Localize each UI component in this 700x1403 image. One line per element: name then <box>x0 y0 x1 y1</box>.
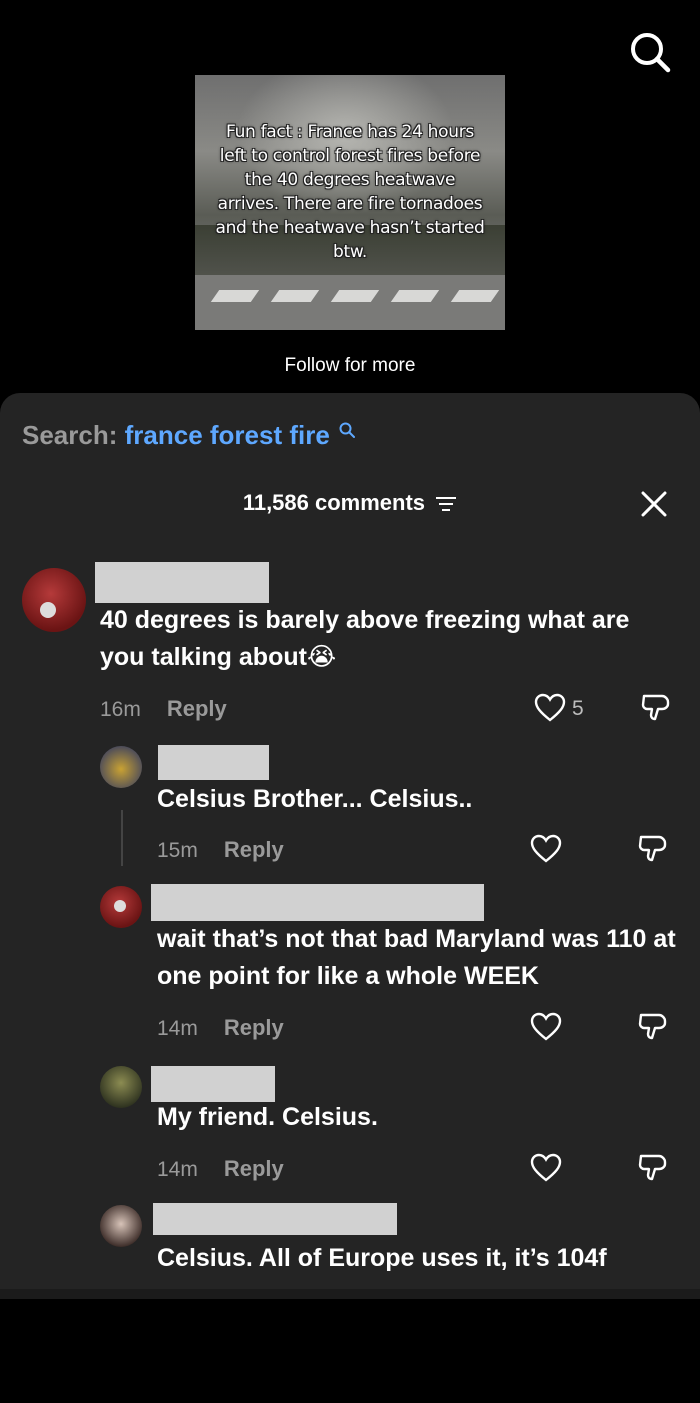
comment-text: Celsius. All of Europe uses it, it’s 104… <box>157 1244 607 1272</box>
comment-time: 15m <box>157 839 198 862</box>
comments-panel <box>0 393 700 1289</box>
avatar[interactable] <box>100 1205 142 1247</box>
reply-button[interactable]: Reply <box>224 1015 284 1040</box>
filter-icon[interactable] <box>435 495 457 513</box>
crosswalk-stripe <box>210 290 260 302</box>
crosswalk-stripe <box>270 290 320 302</box>
crosswalk-stripe <box>450 290 500 302</box>
comment-time: 16m <box>100 698 141 721</box>
redacted-username <box>153 1203 397 1235</box>
heart-icon[interactable] <box>530 1012 562 1042</box>
close-icon[interactable] <box>640 490 668 518</box>
heart-icon[interactable] <box>530 1153 562 1183</box>
comment-time: 14m <box>157 1158 198 1181</box>
comment-text: 40 degrees is barely above freezing what… <box>100 606 630 671</box>
heart-icon[interactable] <box>534 693 566 723</box>
comment-text: My friend. Celsius. <box>157 1103 378 1131</box>
heart-icon[interactable] <box>530 834 562 864</box>
crosswalk-stripe <box>330 290 380 302</box>
comment-meta: 14m Reply <box>157 1015 284 1041</box>
comment-meta: 15m Reply <box>157 837 284 863</box>
video-thumbnail[interactable]: Fun fact : France has 24 hours left to c… <box>195 75 505 330</box>
avatar[interactable] <box>22 568 86 632</box>
comment-meta: 16m Reply <box>100 696 227 722</box>
search-term-link[interactable]: france forest fire <box>125 420 330 450</box>
avatar[interactable] <box>100 886 142 928</box>
search-icon[interactable] <box>628 30 672 74</box>
redacted-username <box>158 745 269 780</box>
comment-text: Celsius Brother... Celsius.. <box>157 785 473 813</box>
reply-button[interactable]: Reply <box>224 1156 284 1181</box>
comment-time: 14m <box>157 1017 198 1040</box>
comment-meta: 14m Reply <box>157 1156 284 1182</box>
redacted-username <box>151 884 484 921</box>
like-count: 5 <box>572 697 584 720</box>
divider <box>0 1289 700 1299</box>
follow-text: Follow for more <box>284 355 416 376</box>
video-caption: Fun fact : France has 24 hours left to c… <box>215 122 485 262</box>
thread-line <box>121 810 123 866</box>
search-label: Search: <box>22 420 118 450</box>
dislike-icon[interactable] <box>637 1152 669 1184</box>
avatar[interactable] <box>100 1066 142 1108</box>
reply-button[interactable]: Reply <box>224 837 284 862</box>
dislike-icon[interactable] <box>637 833 669 865</box>
dislike-icon[interactable] <box>640 692 672 724</box>
crosswalk-stripe <box>390 290 440 302</box>
comments-count: 11,586 comments <box>242 490 426 515</box>
dislike-icon[interactable] <box>637 1011 669 1043</box>
comment-text: wait that’s not that bad Maryland was 11… <box>157 925 676 990</box>
avatar[interactable] <box>100 746 142 788</box>
redacted-username <box>151 1066 275 1102</box>
reply-button[interactable]: Reply <box>167 696 227 721</box>
bottom-bar <box>0 1299 700 1403</box>
redacted-username <box>95 562 269 603</box>
search-icon <box>339 422 356 438</box>
road-graphic <box>195 275 505 330</box>
search-suggestion[interactable]: Search: france forest fire <box>22 420 356 451</box>
comments-header: 11,586 comments <box>0 490 700 516</box>
